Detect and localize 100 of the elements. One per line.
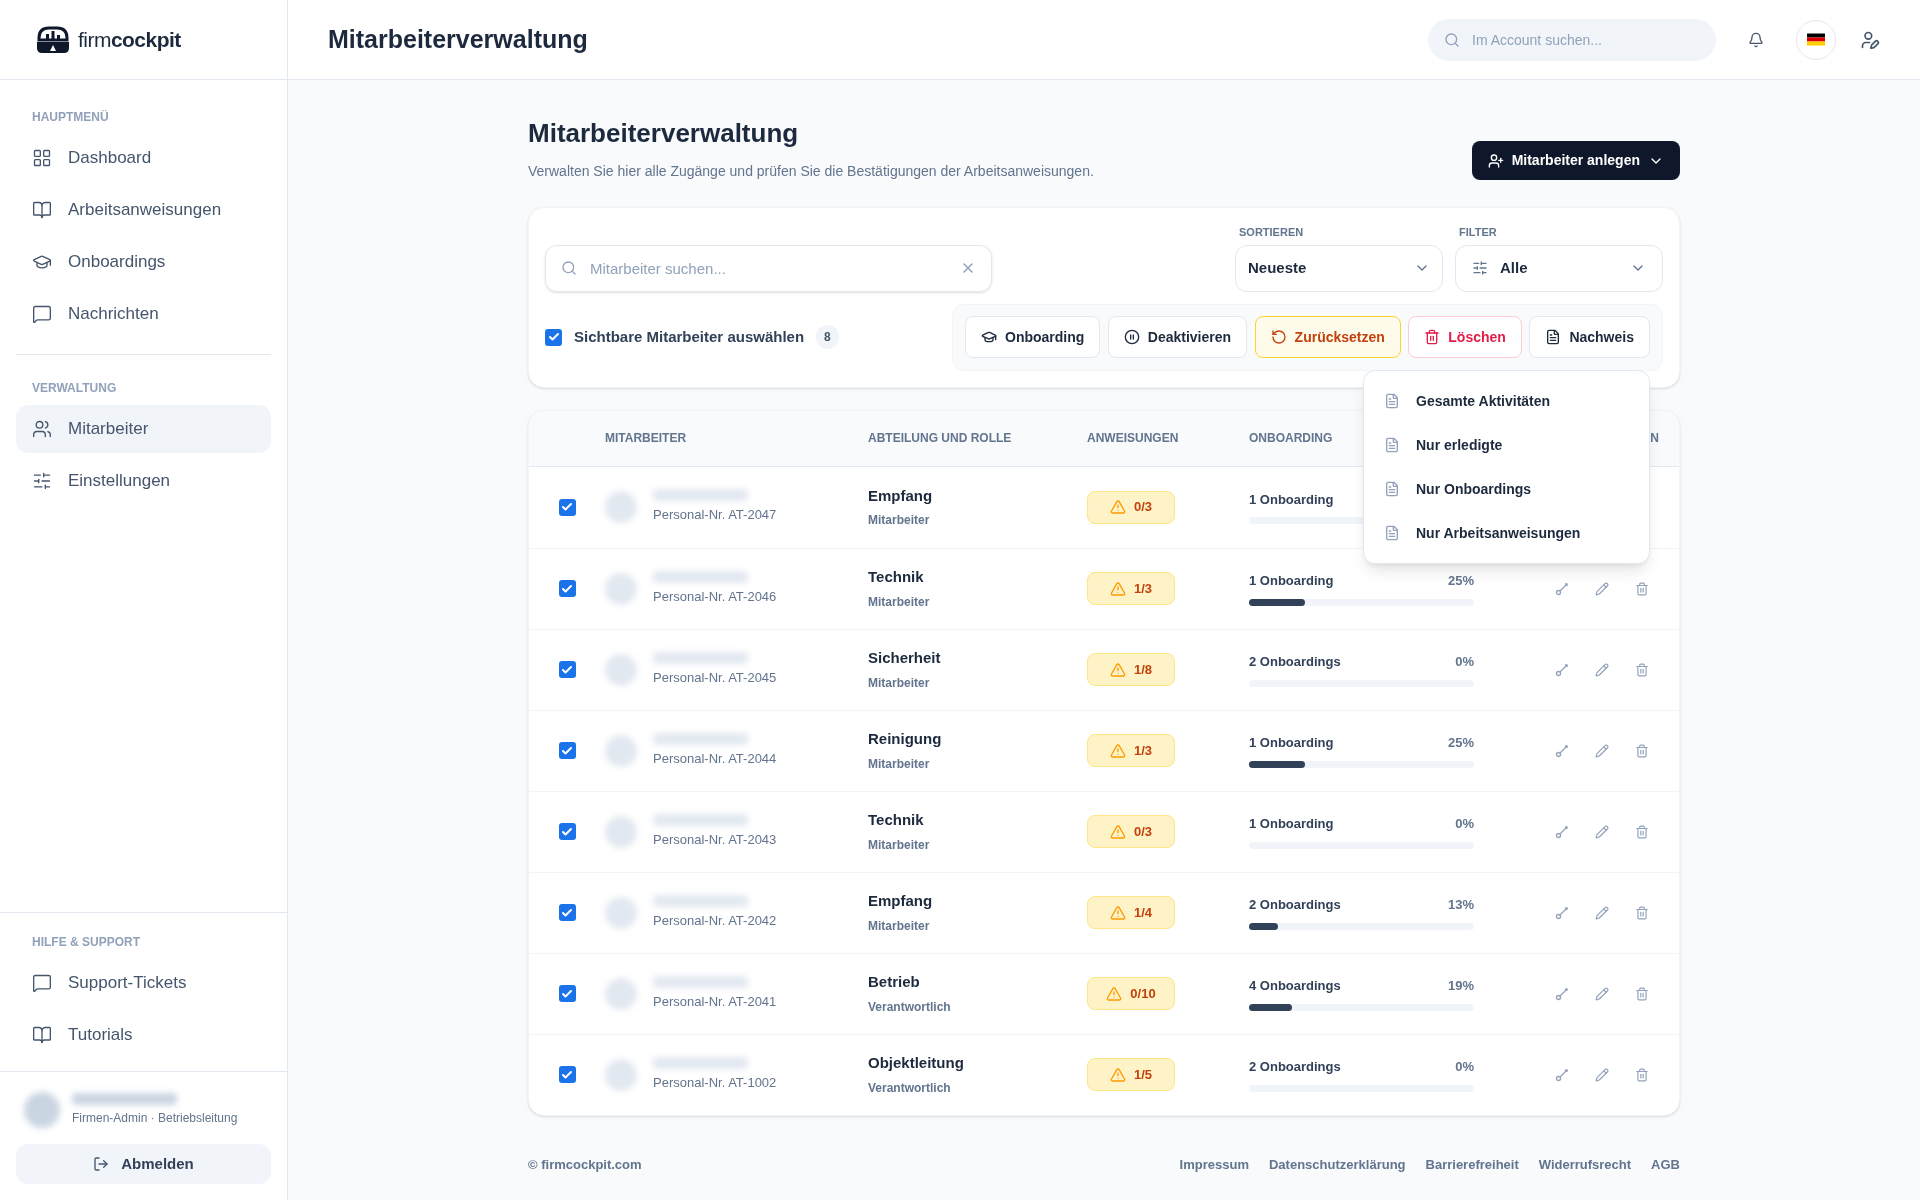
key-icon[interactable] (1555, 905, 1569, 920)
warning-icon (1109, 580, 1126, 597)
nav-item[interactable]: Nachrichten (16, 290, 271, 338)
book-icon (32, 200, 52, 220)
edit-icon[interactable] (1595, 581, 1609, 596)
check-icon (561, 825, 573, 838)
menu-item[interactable]: Nur erledigte (1364, 423, 1649, 467)
copyright: © firmcockpit.com (528, 1155, 643, 1174)
instructions-badge: 0/3 (1087, 490, 1175, 524)
employee-search-field[interactable]: Mitarbeiter suchen... (545, 244, 992, 292)
department: Reinigung (868, 729, 943, 750)
nav-item[interactable]: Dashboard (16, 134, 271, 182)
trash-icon[interactable] (1635, 824, 1649, 839)
edit-icon[interactable] (1595, 986, 1609, 1001)
bulk-action-button[interactable]: Onboarding (965, 316, 1101, 358)
trash-icon[interactable] (1635, 581, 1649, 596)
account-search-field[interactable]: Im Account suchen... (1428, 18, 1716, 61)
nav-item[interactable]: Mitarbeiter (16, 405, 271, 453)
onboarding-percent: 19% (1447, 977, 1474, 996)
trash-icon[interactable] (1635, 905, 1649, 920)
logout-button[interactable]: Abmelden (16, 1144, 271, 1184)
key-icon[interactable] (1555, 662, 1569, 677)
bulk-action-button[interactable]: Deaktivieren (1107, 316, 1248, 358)
footer-link[interactable]: Barrierefreiheit (1425, 1154, 1519, 1174)
footer-link[interactable]: Datenschutzerklärung (1269, 1154, 1406, 1174)
personnel-number: Personal-Nr. AT-2047 (653, 506, 777, 525)
key-icon[interactable] (1555, 824, 1569, 839)
count-badge: 8 (816, 325, 839, 349)
checkbox[interactable] (558, 823, 576, 840)
check-icon (547, 331, 560, 343)
avatar (605, 1058, 637, 1091)
department: Empfang (868, 891, 934, 912)
check-icon (561, 663, 573, 676)
personnel-number: Personal-Nr. AT-2045 (653, 668, 777, 687)
bulk-action-button[interactable]: Zurücksetzen (1254, 316, 1401, 358)
pause-icon (1123, 329, 1140, 345)
checkbox[interactable] (545, 328, 562, 346)
edit-icon[interactable] (1595, 824, 1609, 839)
sliders-icon (1472, 260, 1488, 276)
filter-select[interactable]: Alle (1455, 244, 1663, 292)
nav-item[interactable]: Onboardings (16, 238, 271, 286)
menu-item[interactable]: Nur Onboardings (1364, 467, 1649, 511)
checkbox[interactable] (558, 985, 576, 1002)
trash-icon[interactable] (1635, 662, 1649, 677)
onboarding-percent: 25% (1447, 734, 1474, 753)
notification-icon[interactable] (1748, 31, 1764, 48)
document-icon (1384, 525, 1400, 541)
check-icon (561, 906, 573, 919)
key-icon[interactable] (1555, 581, 1569, 596)
nav-item[interactable]: Einstellungen (16, 457, 271, 505)
role: Mitarbeiter (868, 674, 931, 692)
trash-icon[interactable] (1635, 743, 1649, 758)
trash-icon[interactable] (1635, 986, 1649, 1001)
users-icon (32, 419, 52, 439)
edit-icon[interactable] (1595, 743, 1609, 758)
key-icon[interactable] (1555, 986, 1569, 1001)
role: Verantwortlich (868, 1079, 952, 1097)
key-icon[interactable] (1555, 1067, 1569, 1082)
edit-icon[interactable] (1595, 662, 1609, 677)
footer-link[interactable]: AGB (1651, 1154, 1680, 1174)
instructions-badge: 1/3 (1087, 734, 1175, 767)
book-icon (32, 1025, 52, 1045)
logo-icon (36, 25, 70, 54)
checkbox[interactable] (558, 661, 576, 678)
document-icon (1384, 437, 1400, 453)
checkbox[interactable] (558, 580, 576, 597)
bulk-action-button[interactable]: Löschen (1408, 316, 1522, 358)
edit-icon[interactable] (1595, 1067, 1609, 1082)
edit-icon[interactable] (1595, 905, 1609, 920)
avatar (605, 815, 637, 848)
department: Objektleitung (868, 1053, 965, 1074)
user-edit-icon[interactable] (1860, 29, 1880, 50)
nav-item[interactable]: Tutorials (16, 1011, 271, 1059)
bulk-action-button[interactable]: Nachweis (1529, 316, 1650, 358)
search-icon (1444, 31, 1460, 48)
checkbox[interactable] (558, 742, 576, 759)
instructions-badge: 0/10 (1087, 977, 1175, 1010)
trash-icon[interactable] (1635, 1067, 1649, 1082)
nav-item[interactable]: Support-Tickets (16, 959, 271, 1007)
language-button[interactable] (1796, 19, 1836, 60)
sort-select[interactable]: Neueste (1235, 244, 1443, 292)
role: Mitarbeiter (868, 755, 931, 773)
column-header: ANWEISUNGEN (1087, 431, 1179, 445)
filter-label: FILTER (1458, 225, 1498, 240)
checkbox[interactable] (558, 904, 576, 921)
create-employee-button[interactable]: Mitarbeiter anlegen (1471, 141, 1680, 180)
column-header: ONBOARDING (1249, 431, 1333, 445)
footer-link[interactable]: Impressum (1179, 1154, 1249, 1174)
check-icon (561, 501, 573, 513)
checkbox[interactable] (558, 1066, 576, 1083)
menu-item[interactable]: Gesamte Aktivitäten (1364, 379, 1649, 423)
menu-item[interactable]: Nur Arbeitsanweisungen (1364, 511, 1649, 555)
checkbox[interactable] (558, 498, 576, 516)
key-icon[interactable] (1555, 743, 1569, 758)
footer-link[interactable]: Widerrufsrecht (1538, 1154, 1632, 1174)
avatar (605, 977, 637, 1010)
check-icon (561, 987, 573, 1000)
nav-item[interactable]: Arbeitsanweisungen (16, 186, 271, 234)
warning-icon (1106, 985, 1123, 1002)
instructions-badge: 1/4 (1087, 896, 1175, 929)
